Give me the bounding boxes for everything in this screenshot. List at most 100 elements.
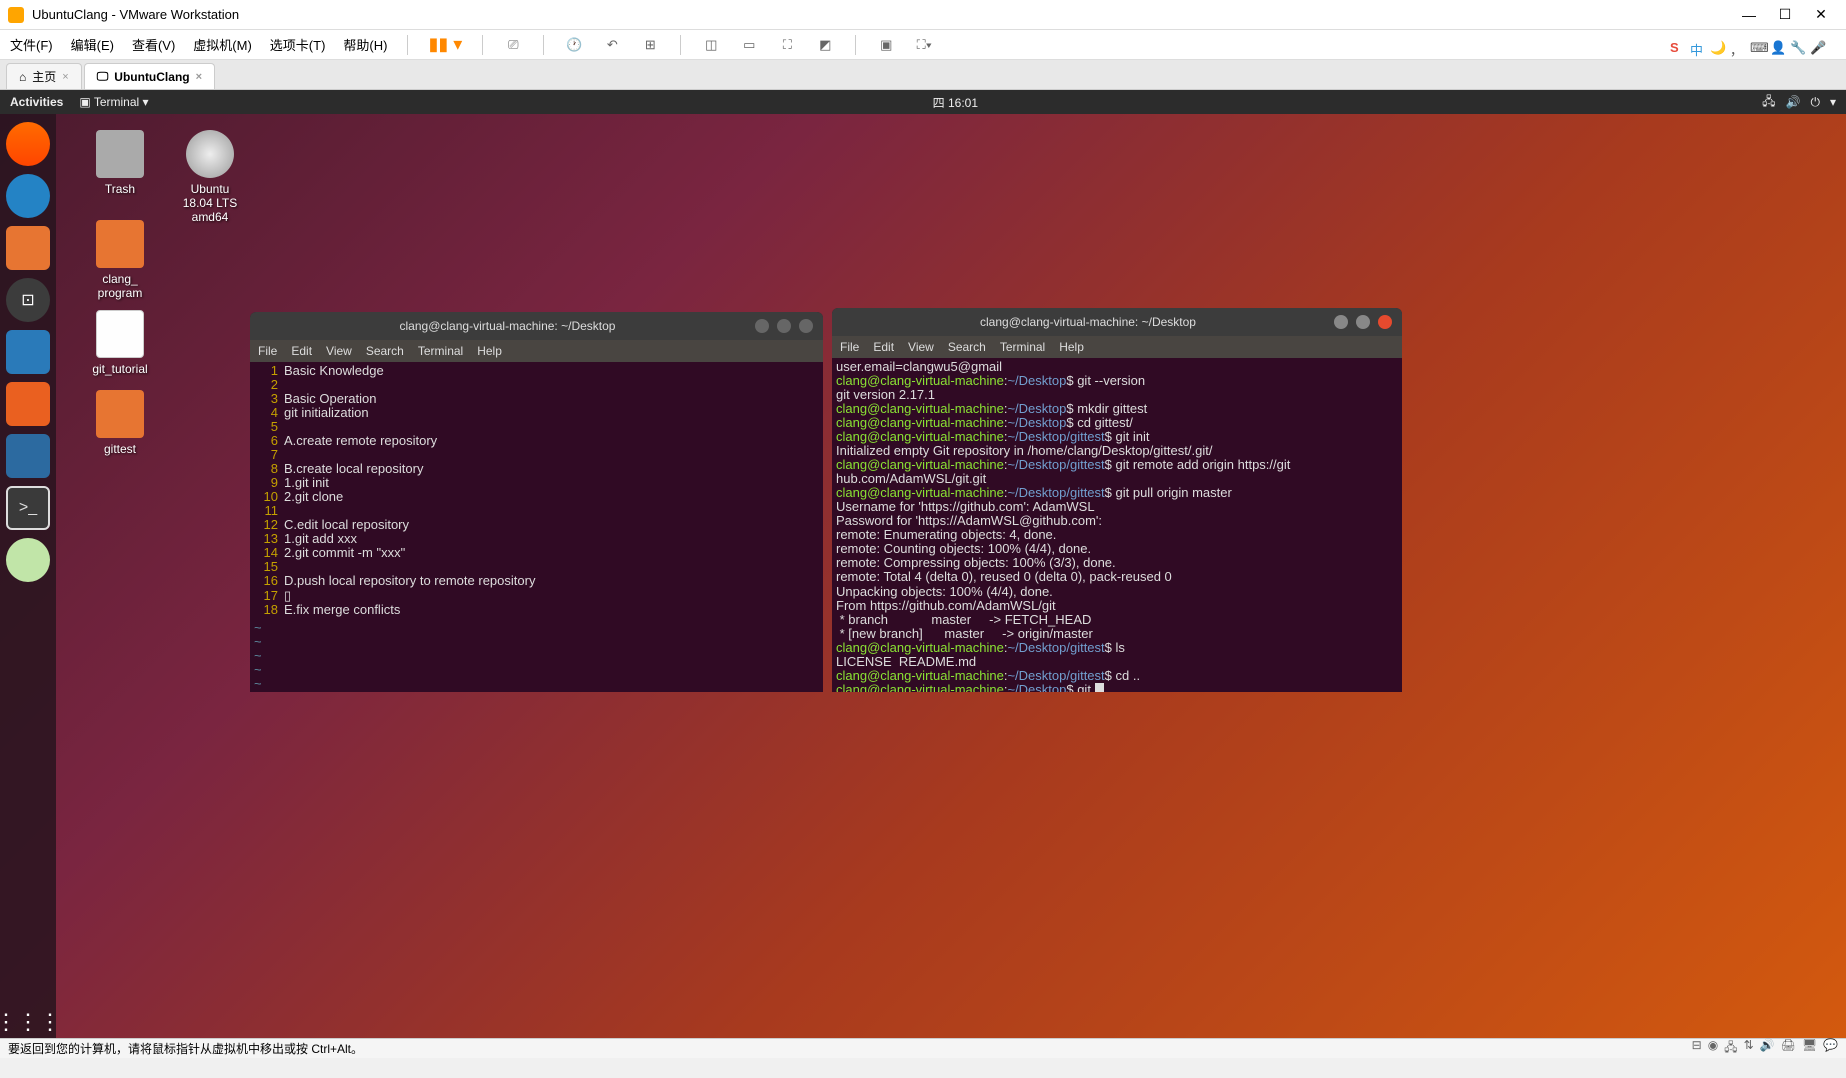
terminal-1-close[interactable]: [799, 319, 813, 333]
ime-zh-icon[interactable]: 中: [1690, 40, 1706, 56]
window-title: UbuntuClang - VMware Workstation: [32, 7, 1740, 22]
terminal-2-maximize[interactable]: [1356, 315, 1370, 329]
display-icon[interactable]: 🖥: [1802, 1038, 1817, 1059]
terminal-2-titlebar[interactable]: clang@clang-virtual-machine: ~/Desktop: [832, 308, 1402, 336]
cursor: [1095, 683, 1104, 692]
terminal-1-titlebar[interactable]: clang@clang-virtual-machine: ~/Desktop: [250, 312, 823, 340]
term2-menu-view[interactable]: View: [908, 340, 934, 354]
printer-icon[interactable]: 🖨: [1781, 1038, 1796, 1059]
network-adapter-icon[interactable]: 🖧: [1724, 1038, 1737, 1059]
dock-vscode[interactable]: [6, 434, 50, 478]
vmware-icon: [8, 7, 24, 23]
terminal-1-title: clang@clang-virtual-machine: ~/Desktop: [260, 319, 755, 333]
desktop-gittest-folder[interactable]: gittest: [80, 390, 160, 456]
terminal-1-body[interactable]: 1Basic Knowledge23Basic Operation4git in…: [250, 362, 823, 619]
clock[interactable]: 四 16:01: [149, 94, 1763, 111]
menu-help[interactable]: 帮助(H): [343, 35, 387, 54]
term1-menu-search[interactable]: Search: [366, 344, 404, 358]
fullscreen-icon[interactable]: ⛶▾: [914, 35, 934, 55]
snapshot-icon[interactable]: 🕐: [564, 35, 584, 55]
terminal-2-title: clang@clang-virtual-machine: ~/Desktop: [842, 315, 1334, 329]
terminal-1-maximize[interactable]: [777, 319, 791, 333]
menu-view[interactable]: 查看(V): [132, 35, 175, 54]
term2-menu-search[interactable]: Search: [948, 340, 986, 354]
dock-files[interactable]: [6, 226, 50, 270]
sogou-icon[interactable]: S: [1670, 40, 1686, 56]
term1-menu-file[interactable]: File: [258, 344, 277, 358]
vmware-tabs: ⌂ 主页 × 🖵 UbuntuClang ×: [0, 60, 1846, 90]
desktop-git-tutorial[interactable]: git_tutorial: [80, 310, 160, 376]
view-single-icon[interactable]: ▭: [739, 35, 759, 55]
terminal-1-minimize[interactable]: [755, 319, 769, 333]
menu-vm[interactable]: 虚拟机(M): [193, 35, 252, 54]
maximize-button[interactable]: ☐: [1776, 6, 1794, 24]
pause-button[interactable]: ▮▮ ▾: [428, 34, 462, 55]
vmware-titlebar: UbuntuClang - VMware Workstation — ☐ ✕: [0, 0, 1846, 30]
tool-icon[interactable]: 👤: [1770, 40, 1786, 56]
dock-software[interactable]: ⊡: [6, 278, 50, 322]
unity-icon[interactable]: ⛶: [777, 35, 797, 55]
manage-snapshot-icon[interactable]: ⊞: [640, 35, 660, 55]
dock-cisco[interactable]: [6, 538, 50, 582]
cd-icon[interactable]: ◉: [1708, 1038, 1718, 1059]
tab-home[interactable]: ⌂ 主页 ×: [6, 63, 82, 89]
menu-file[interactable]: 文件(F): [10, 35, 53, 54]
system-menu-icon[interactable]: ▾: [1830, 95, 1836, 109]
term2-menu-terminal[interactable]: Terminal: [1000, 340, 1045, 354]
dock-terminal[interactable]: >_: [6, 486, 50, 530]
gnome-dock: ⊡ >_ ⋮⋮⋮: [0, 114, 56, 1058]
terminal-1-menubar: File Edit View Search Terminal Help: [250, 340, 823, 362]
sound-icon[interactable]: 🔊: [1760, 1038, 1775, 1059]
term1-menu-help[interactable]: Help: [477, 344, 502, 358]
system-tray: S 中 🌙 ， ⌨ 👤 🔧 🎤: [1670, 40, 1826, 56]
term2-menu-file[interactable]: File: [840, 340, 859, 354]
menu-edit[interactable]: 编辑(E): [71, 35, 114, 54]
revert-icon[interactable]: ↶: [602, 35, 622, 55]
activities-button[interactable]: Activities: [10, 95, 63, 109]
console-icon[interactable]: ▣: [876, 35, 896, 55]
keyboard-icon[interactable]: ⌨: [1750, 40, 1766, 56]
vm-display[interactable]: Activities ▣ Terminal ▾ 四 16:01 🖧 🔊 ⏻ ▾ …: [0, 90, 1846, 1058]
vmware-menubar: 文件(F) 编辑(E) 查看(V) 虚拟机(M) 选项卡(T) 帮助(H) ▮▮…: [0, 30, 1846, 60]
hdd-icon[interactable]: ⊟: [1692, 1038, 1702, 1059]
power-icon[interactable]: ⏻: [1810, 95, 1820, 110]
tab-home-close[interactable]: ×: [62, 71, 68, 83]
term2-menu-edit[interactable]: Edit: [873, 340, 894, 354]
terminal-window-2[interactable]: clang@clang-virtual-machine: ~/Desktop F…: [832, 308, 1402, 692]
pin-icon[interactable]: 🎤: [1810, 40, 1826, 56]
usb-icon[interactable]: ⇅: [1744, 1038, 1754, 1059]
term1-menu-terminal[interactable]: Terminal: [418, 344, 463, 358]
wrench-icon[interactable]: 🔧: [1790, 40, 1806, 56]
desktop-clang-folder[interactable]: clang_ program: [80, 220, 160, 300]
exclusive-icon[interactable]: ◩: [815, 35, 835, 55]
folder-icon: [96, 390, 144, 438]
terminal-2-minimize[interactable]: [1334, 315, 1348, 329]
terminal-2-menubar: File Edit View Search Terminal Help: [832, 336, 1402, 358]
term1-menu-view[interactable]: View: [326, 344, 352, 358]
tab-vm-close[interactable]: ×: [196, 71, 202, 83]
term2-menu-help[interactable]: Help: [1059, 340, 1084, 354]
desktop-trash[interactable]: Trash: [80, 130, 160, 196]
close-button[interactable]: ✕: [1812, 6, 1830, 24]
tab-vm[interactable]: 🖵 UbuntuClang ×: [84, 63, 215, 89]
term1-menu-edit[interactable]: Edit: [291, 344, 312, 358]
terminal-2-body[interactable]: user.email=clangwu5@gmail clang@clang-vi…: [832, 358, 1402, 692]
dock-ubuntu-software[interactable]: [6, 382, 50, 426]
dock-firefox[interactable]: [6, 122, 50, 166]
desktop-iso[interactable]: Ubuntu 18.04 LTS amd64: [170, 130, 250, 224]
dock-libreoffice[interactable]: [6, 330, 50, 374]
view-tile-icon[interactable]: ◫: [701, 35, 721, 55]
minimize-button[interactable]: —: [1740, 6, 1758, 24]
terminal-2-close[interactable]: [1378, 315, 1392, 329]
network-icon[interactable]: 🖧: [1762, 92, 1775, 113]
message-icon[interactable]: 💬: [1823, 1038, 1838, 1059]
moon-icon[interactable]: 🌙: [1710, 40, 1726, 56]
terminal-window-1[interactable]: clang@clang-virtual-machine: ~/Desktop F…: [250, 312, 823, 692]
home-icon: ⌂: [19, 70, 26, 84]
send-ctrlaltdel-icon[interactable]: ⎚: [503, 35, 523, 55]
menu-tabs[interactable]: 选项卡(T): [270, 35, 326, 54]
dock-thunderbird[interactable]: [6, 174, 50, 218]
terminal-indicator[interactable]: ▣ Terminal ▾: [79, 95, 148, 109]
volume-icon[interactable]: 🔊: [1786, 95, 1801, 109]
punctuation-icon[interactable]: ，: [1730, 40, 1746, 56]
